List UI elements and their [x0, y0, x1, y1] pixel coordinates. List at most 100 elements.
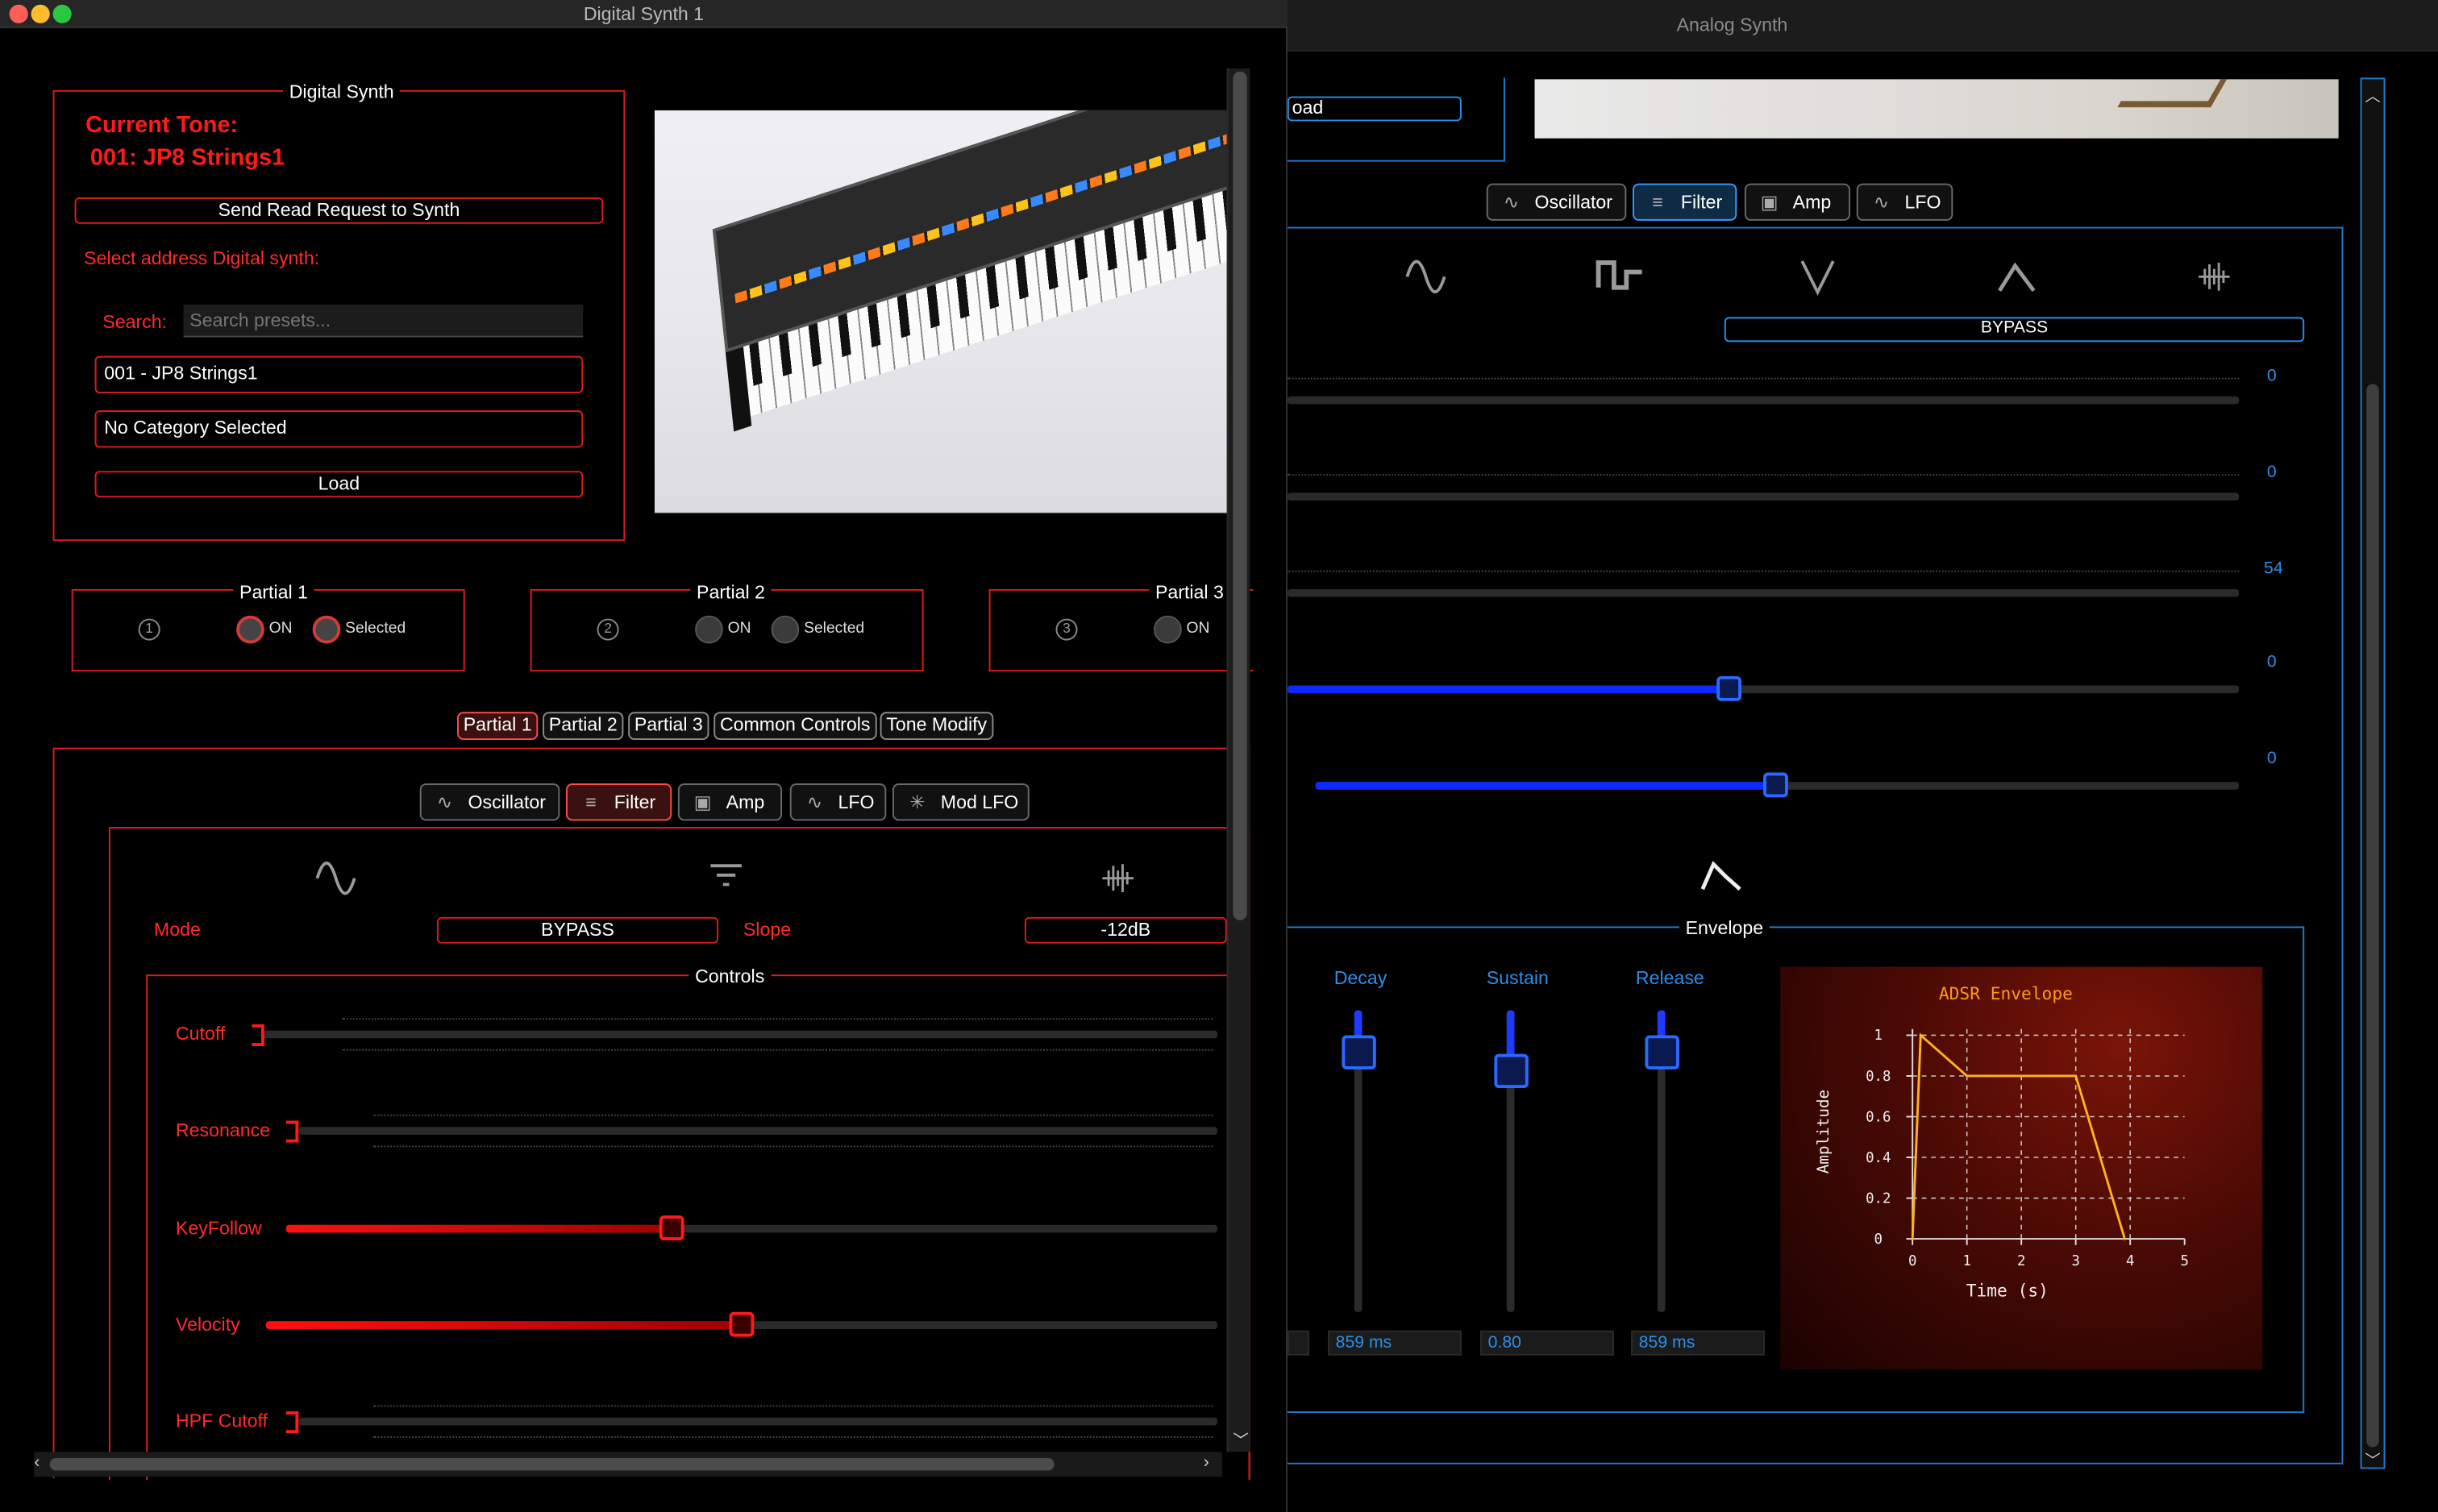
analog-tab-lfo[interactable]: ∿ LFO	[1856, 183, 1953, 221]
send-read-request-button[interactable]: Send Read Request to Synth	[74, 197, 604, 224]
analog-load-button[interactable]: oad	[1287, 96, 1462, 122]
adsr-chart: ADSR Envelope Amplitude Time (s) 0 1 2 3 4 5 0…	[1780, 966, 2263, 1370]
adsr-point	[1919, 1033, 1922, 1036]
x-tick-label: 4	[2126, 1253, 2134, 1269]
tab-partial-1[interactable]: Partial 1	[457, 712, 539, 741]
slider-handle[interactable]	[252, 1024, 264, 1046]
sine-wave-icon[interactable]	[314, 858, 358, 899]
subtab-filter[interactable]: ≡ Filter	[566, 783, 672, 821]
slider-handle[interactable]	[1494, 1053, 1529, 1089]
keyfollow-slider[interactable]	[285, 1212, 1218, 1244]
noise-icon: ✳	[909, 791, 926, 813]
x-tick-label: 5	[2180, 1253, 2188, 1269]
adsr-point	[1966, 1074, 1969, 1078]
partial-2-selected-label: Selected	[804, 620, 865, 638]
scroll-left-icon[interactable]: ‹	[34, 1453, 52, 1472]
bandpass-icon[interactable]	[1996, 260, 2037, 297]
slider-handle[interactable]	[1342, 1035, 1376, 1070]
slider-handle[interactable]	[1763, 772, 1788, 798]
search-input[interactable]	[183, 305, 584, 338]
sine-wave-icon[interactable]	[1404, 256, 1448, 297]
sustain-slider[interactable]	[1494, 1010, 1529, 1312]
scroll-right-icon[interactable]: ›	[1204, 1453, 1222, 1472]
speaker-icon: ▣	[1760, 191, 1779, 214]
partial-3-on-toggle[interactable]	[1154, 615, 1182, 644]
tab-partial-2[interactable]: Partial 2	[543, 712, 624, 741]
release-spinbox[interactable]: 859 ms	[1631, 1330, 1765, 1356]
resonance-slider[interactable]	[285, 1114, 1218, 1148]
speaker-icon: ▣	[693, 791, 712, 813]
keyfollow-label: KeyFollow	[175, 1217, 262, 1240]
y-tick-label: 0	[1874, 1232, 1883, 1248]
slider-handle[interactable]	[729, 1311, 755, 1337]
subtab-lfo[interactable]: ∿ LFO	[789, 783, 887, 821]
scroll-down-icon[interactable]: ﹀	[1231, 1427, 1250, 1450]
analog-filter-mode-select[interactable]: BYPASS	[1724, 317, 2305, 343]
filter-icon[interactable]	[709, 861, 743, 889]
x-tick-label: 3	[2071, 1253, 2079, 1269]
preset-select[interactable]: 001 - JP8 Strings1	[94, 355, 584, 393]
partial-2-selected-toggle[interactable]	[771, 615, 800, 644]
release-label: Release	[1635, 966, 1704, 989]
decay-label: Decay	[1333, 966, 1387, 989]
scrollbar-thumb[interactable]	[2366, 384, 2379, 1448]
notch-filter-icon[interactable]	[1797, 256, 1837, 297]
slider-handle[interactable]	[285, 1411, 299, 1434]
adsr-curve	[1911, 1032, 2126, 1240]
tab-tone-modify[interactable]: Tone Modify	[880, 712, 993, 741]
load-button[interactable]: Load	[94, 471, 584, 498]
analog-tab-oscillator[interactable]: ∿ Oscillator	[1486, 183, 1627, 221]
decay-spinbox[interactable]: 859 ms	[1328, 1330, 1462, 1356]
analog-tab-filter[interactable]: ≡ Filter	[1633, 183, 1737, 221]
decay-slider[interactable]	[1342, 1010, 1376, 1312]
scrollbar-thumb[interactable]	[49, 1458, 1055, 1471]
sine-wave-icon: ∿	[806, 791, 823, 813]
chart-x-label: Time (s)	[1966, 1281, 2049, 1301]
envelope-icon[interactable]	[1698, 858, 1745, 895]
analog-slider-3-value: 54	[2264, 559, 2283, 579]
subtab-amp[interactable]: ▣ Amp	[677, 783, 783, 821]
analog-vertical-scrollbar[interactable]: ︿ ﹀	[2360, 77, 2386, 1470]
digital-vertical-scrollbar[interactable]: ﹀	[1226, 68, 1250, 1452]
mode-select[interactable]: BYPASS	[436, 916, 719, 944]
partial-2-on-toggle[interactable]	[695, 615, 723, 644]
attack-spinbox[interactable]	[1287, 1330, 1309, 1356]
partial-1-on-label: ON	[268, 620, 293, 638]
slider-handle[interactable]	[1716, 675, 1742, 701]
velocity-slider[interactable]	[265, 1309, 1218, 1340]
sustain-spinbox[interactable]: 0.80	[1480, 1330, 1614, 1356]
digital-horizontal-scrollbar[interactable]: ‹ ›	[34, 1452, 1222, 1477]
noise-icon[interactable]	[1100, 861, 1137, 895]
scroll-up-icon[interactable]: ︿	[2363, 82, 2382, 106]
current-tone-value: 001: JP8 Strings1	[89, 144, 285, 172]
x-tick-label: 0	[1908, 1253, 1916, 1269]
tab-common-controls[interactable]: Common Controls	[714, 712, 877, 741]
scroll-down-icon[interactable]: ﹀	[2363, 1448, 2382, 1470]
subtab-oscillator[interactable]: ∿ Oscillator	[419, 783, 560, 821]
slider-handle[interactable]	[1645, 1035, 1679, 1070]
analog-synth-image	[1534, 79, 2339, 139]
release-slider[interactable]	[1645, 1010, 1679, 1312]
y-tick-label: 1	[1874, 1028, 1883, 1044]
adsr-chart-svg: ADSR Envelope Amplitude Time (s) 0 1 2 3 4 5 0…	[1814, 984, 2189, 1301]
partial-1-on-toggle[interactable]	[236, 615, 264, 644]
analog-tab-amp[interactable]: ▣ Amp	[1744, 183, 1851, 221]
sustain-label: Sustain	[1486, 966, 1549, 989]
cutoff-slider[interactable]	[249, 1018, 1218, 1051]
hpf-cutoff-slider[interactable]	[285, 1405, 1218, 1438]
slope-select[interactable]: -12dB	[1024, 916, 1227, 944]
scrollbar-thumb[interactable]	[1233, 71, 1247, 920]
slider-handle[interactable]	[659, 1215, 684, 1241]
square-wave-icon[interactable]	[1596, 256, 1645, 297]
noise-icon[interactable]	[2195, 260, 2232, 293]
partial-2-on-label: ON	[727, 620, 751, 638]
adsr-point	[2123, 1237, 2126, 1240]
sine-wave-icon: ∿	[1873, 191, 1890, 214]
partial-1-selected-toggle[interactable]	[312, 615, 341, 644]
y-tick-label: 0.2	[1866, 1190, 1891, 1207]
tab-partial-3[interactable]: Partial 3	[628, 712, 709, 741]
category-select[interactable]: No Category Selected	[94, 410, 584, 448]
subtab-mod-lfo[interactable]: ✳ Mod LFO	[892, 783, 1030, 821]
slider-handle[interactable]	[285, 1120, 299, 1143]
keyboard-graphic	[676, 110, 1230, 444]
